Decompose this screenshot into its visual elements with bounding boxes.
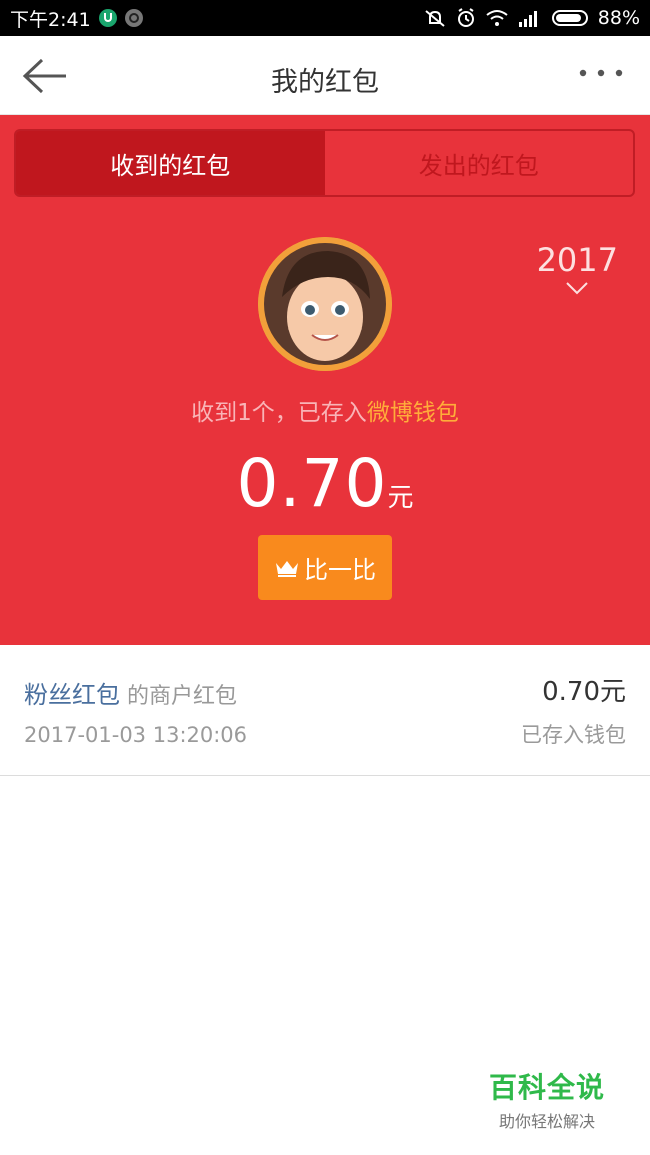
status-bar: 下午2:41 88% — [0, 0, 650, 36]
record-time: 2017-01-03 13:20:06 — [24, 723, 248, 747]
wifi-icon — [486, 10, 508, 26]
alarm-icon — [457, 8, 474, 27]
compare-label: 比一比 — [304, 556, 376, 584]
amount-value: 0.70 — [236, 445, 388, 522]
notification-app-icon — [124, 9, 143, 27]
vibrate-mute-icon — [425, 10, 445, 27]
battery-icon — [551, 10, 588, 26]
tab-sent[interactable]: 发出的红包 — [325, 131, 634, 195]
avatar[interactable] — [258, 237, 392, 371]
battery-percent: 88% — [597, 7, 640, 29]
envelope-tabs: 收到的红包 发出的红包 — [14, 129, 635, 197]
security-shield-icon — [98, 9, 117, 27]
year-selector[interactable]: 2017 — [537, 241, 618, 295]
record-type: 的商户红包 — [127, 684, 238, 709]
crown-icon — [276, 560, 298, 577]
page-title: 我的红包 — [271, 67, 379, 98]
red-envelope-summary: 收到的红包 发出的红包 2017 收到1个，已存入微博钱包 0.70元 比一比 — [0, 115, 650, 645]
watermark-brand: 百科全说 — [488, 1071, 605, 1104]
total-amount: 0.70元 — [0, 445, 650, 522]
record-title: 粉丝红包 的商户红包 — [24, 675, 237, 710]
record-amount: 0.70元 — [542, 677, 626, 707]
list-item[interactable]: 粉丝红包 的商户红包 2017-01-03 13:20:06 0.70元 已存入… — [0, 645, 650, 776]
signal-icon — [518, 11, 537, 27]
app-header: 我的红包 — [0, 36, 650, 115]
more-options-icon[interactable] — [578, 68, 624, 78]
received-summary: 收到1个，已存入微博钱包 — [0, 393, 650, 427]
compare-button[interactable]: 比一比 — [258, 535, 392, 600]
chevron-down-icon — [566, 282, 588, 295]
weibo-wallet-link[interactable]: 微博钱包 — [367, 400, 459, 426]
watermark-tagline: 助你轻松解决 — [498, 1112, 595, 1131]
year-value: 2017 — [536, 241, 618, 279]
received-text: 收到1个，已存入 — [191, 400, 367, 426]
tab-received[interactable]: 收到的红包 — [16, 131, 325, 195]
record-source-link[interactable]: 粉丝红包 — [24, 681, 120, 709]
avatar-image — [258, 237, 392, 371]
watermark: 百科全说 助你轻松解决 — [482, 1066, 612, 1132]
record-status: 已存入钱包 — [521, 723, 626, 747]
amount-unit: 元 — [387, 483, 414, 513]
status-time: 下午2:41 — [10, 8, 91, 31]
